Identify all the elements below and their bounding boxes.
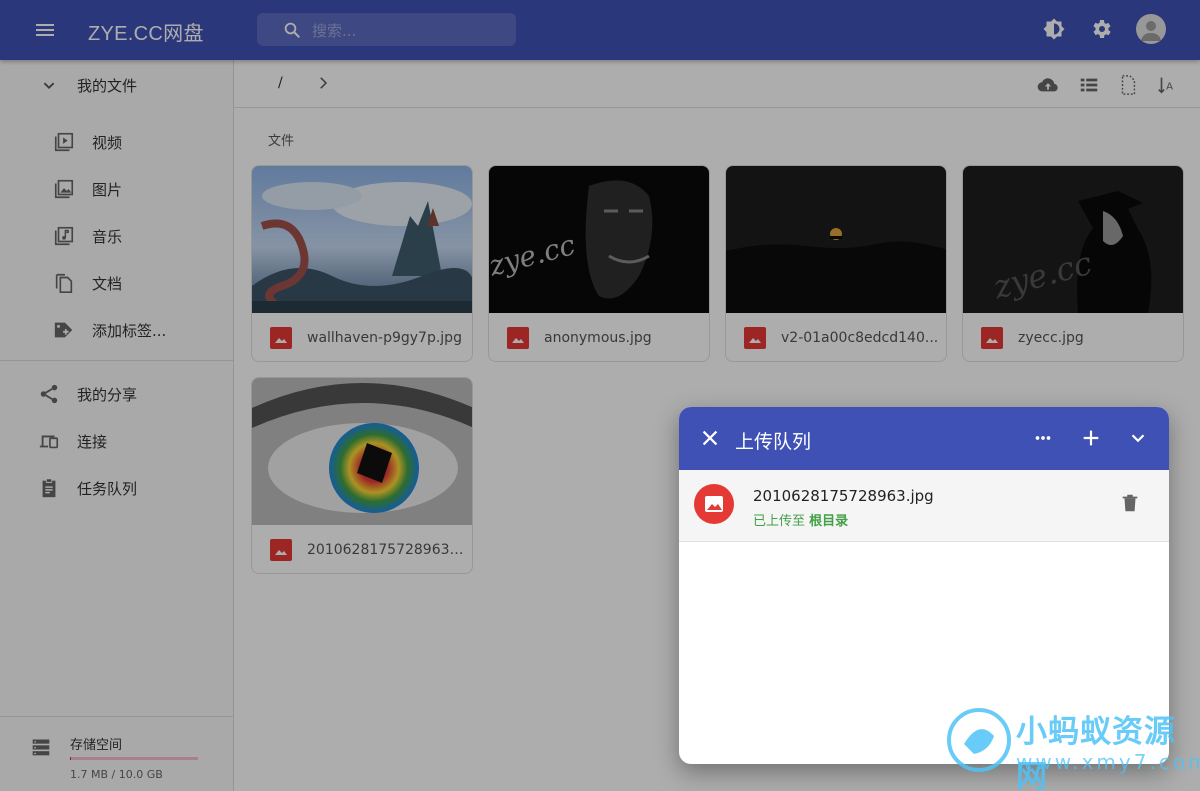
upload-file-name: 2010628175728963.jpg (753, 487, 934, 505)
upload-queue-item[interactable]: 2010628175728963.jpg 已上传至 根目录 (679, 470, 1169, 542)
ant-logo-icon (947, 708, 1011, 772)
upload-status-prefix: 已上传至 (753, 514, 806, 529)
chevron-down-icon[interactable] (1127, 427, 1149, 449)
watermark: 小蚂蚁资源网 www.xmy7.com (944, 700, 1200, 791)
delete-icon[interactable] (1119, 492, 1141, 514)
upload-status-target[interactable]: 根目录 (809, 514, 848, 529)
close-icon[interactable] (699, 427, 721, 449)
image-file-icon (694, 484, 734, 524)
watermark-url: www.xmy7.com (1016, 750, 1200, 774)
upload-status: 已上传至 根目录 (753, 510, 848, 529)
more-horiz-icon[interactable] (1032, 427, 1054, 449)
upload-panel-title: 上传队列 (735, 431, 812, 453)
upload-panel-header: 上传队列 (679, 407, 1169, 470)
watermark-title: 小蚂蚁资源网 (1016, 714, 1176, 791)
add-icon[interactable] (1080, 427, 1102, 449)
